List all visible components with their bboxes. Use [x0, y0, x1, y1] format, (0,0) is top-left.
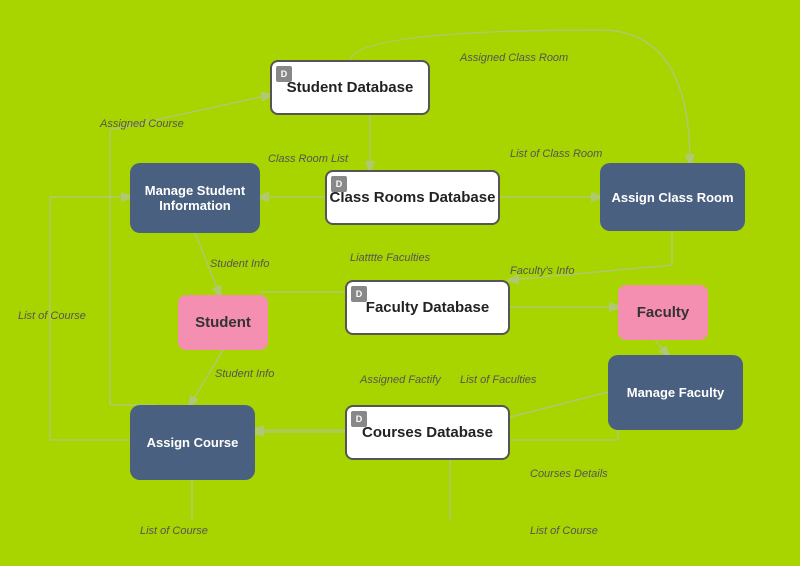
assign-classroom-node[interactable]: Assign Class Room [600, 163, 745, 231]
label-classroom-list: Class Room List [268, 153, 348, 165]
faculty-entity-label: Faculty [637, 304, 690, 321]
label-list-of-faculties: List of Faculties [460, 374, 536, 386]
student-entity-node: Student [178, 295, 268, 350]
classrooms-database-label: Class Rooms Database [330, 189, 496, 206]
label-faculty-info: Faculty's Info [510, 265, 574, 277]
manage-faculty-node[interactable]: Manage Faculty [608, 355, 743, 430]
label-list-of-course-left: List of Course [18, 310, 86, 322]
manage-student-label: Manage Student Information [130, 183, 260, 213]
assign-course-label: Assign Course [147, 435, 239, 450]
db-symbol-faculty: D [351, 286, 367, 302]
label-assigned-course: Assigned Course [100, 118, 184, 130]
label-assigned-classroom-top: Assigned Class Room [460, 52, 568, 64]
manage-student-node[interactable]: Manage Student Information [130, 163, 260, 233]
label-assigned-factify: Assigned Factify [360, 374, 441, 386]
db-symbol: D [276, 66, 292, 82]
label-liatttte-faculties: Liatttte Faculties [350, 252, 430, 264]
student-database-label: Student Database [287, 79, 414, 96]
assign-course-node[interactable]: Assign Course [130, 405, 255, 480]
faculty-database-label: Faculty Database [366, 299, 489, 316]
faculty-database-node: D Faculty Database [345, 280, 510, 335]
label-list-of-course-bottom1: List of Course [140, 525, 208, 537]
classrooms-database-node: D Class Rooms Database [325, 170, 500, 225]
db-symbol-courses: D [351, 411, 367, 427]
label-student-info-1: Student Info [210, 258, 269, 270]
label-student-info-2: Student Info [215, 368, 274, 380]
manage-faculty-label: Manage Faculty [627, 385, 725, 400]
label-list-of-course-bottom2: List of Course [530, 525, 598, 537]
label-courses-details: Courses Details [530, 468, 608, 480]
student-entity-label: Student [195, 314, 251, 331]
courses-database-label: Courses Database [362, 424, 493, 441]
label-list-of-classroom: List of Class Room [510, 148, 602, 160]
student-database-node: D Student Database [270, 60, 430, 115]
assign-classroom-label: Assign Class Room [611, 190, 733, 205]
db-symbol-classrooms: D [331, 176, 347, 192]
courses-database-node: D Courses Database [345, 405, 510, 460]
faculty-entity-node: Faculty [618, 285, 708, 340]
